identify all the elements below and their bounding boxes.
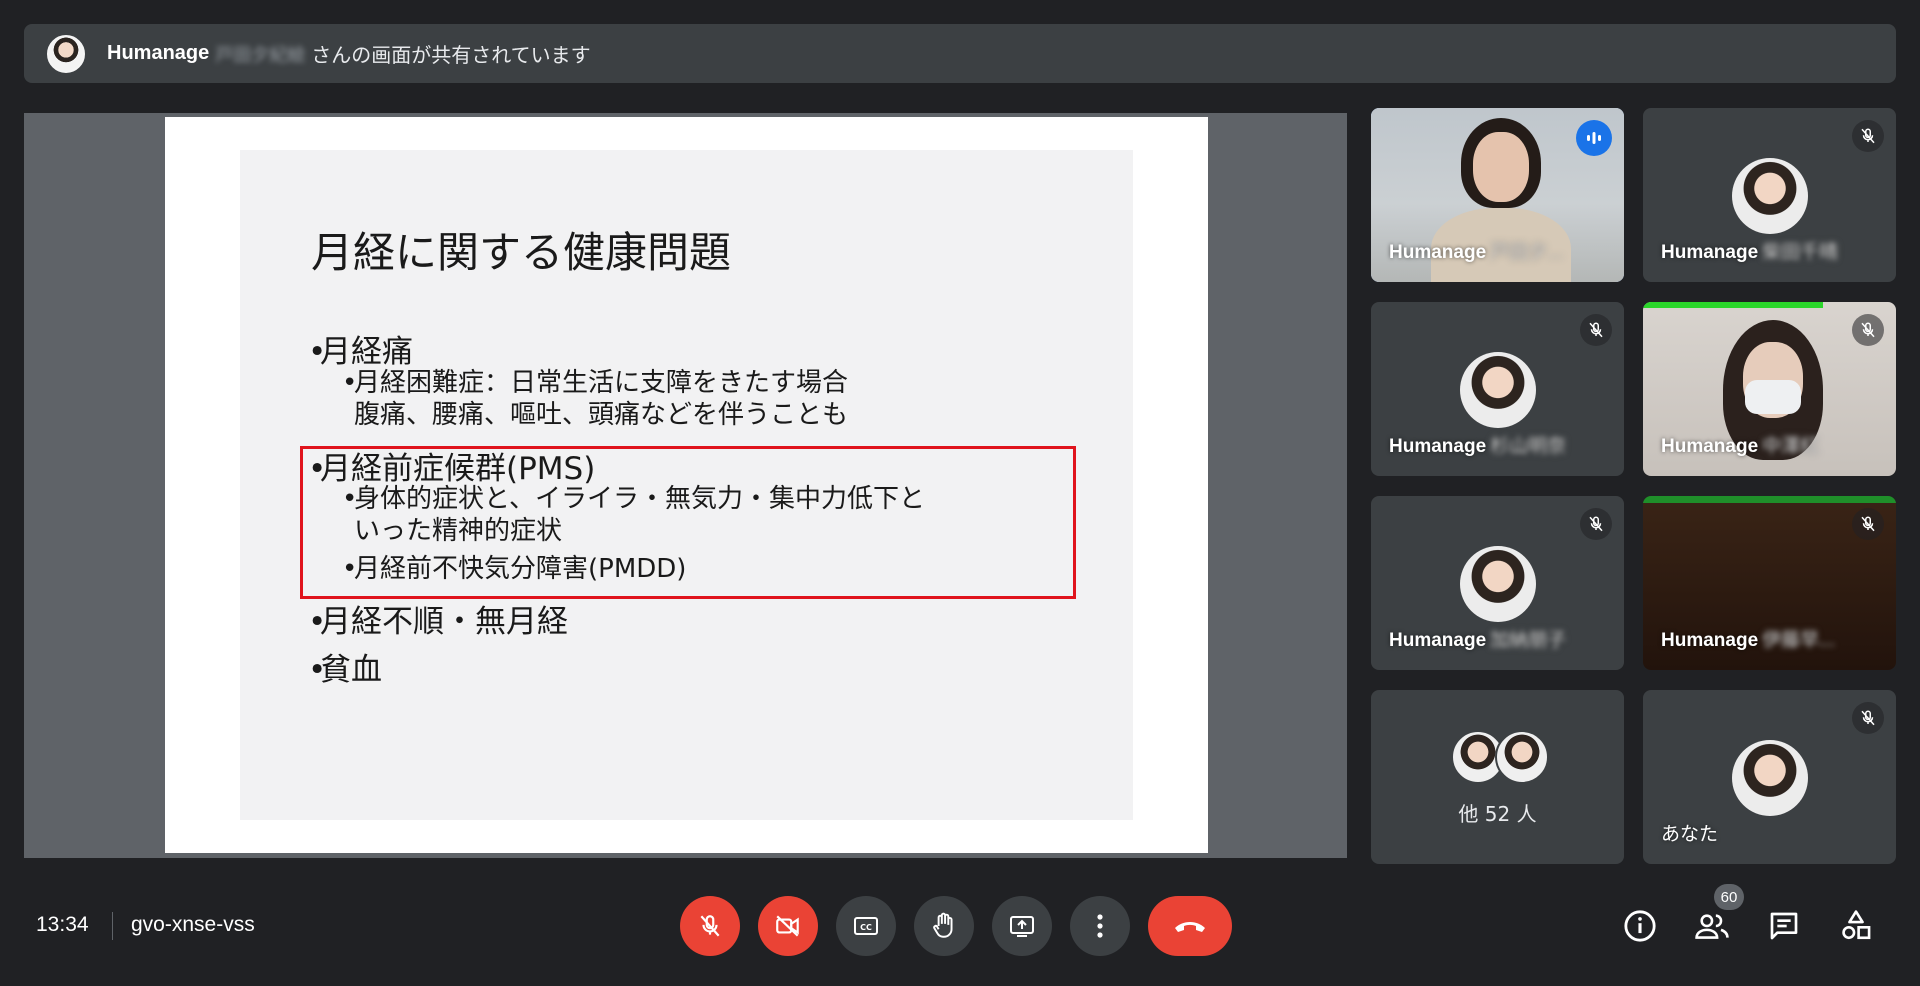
mic-off-icon (1852, 508, 1884, 540)
leave-call-button[interactable] (1148, 896, 1232, 956)
meeting-code: gvo-xnse-vss (131, 913, 255, 936)
slide-bullet: •貧血 (308, 652, 382, 688)
present-screen-icon (1010, 916, 1034, 937)
participant-tile[interactable]: Humanage 伊藤早... (1643, 496, 1896, 670)
mic-off-icon (1852, 120, 1884, 152)
people-button[interactable] (1690, 904, 1734, 948)
slide-bullet: •月経不順・無月経 (308, 604, 568, 640)
presenter-avatar (47, 34, 85, 73)
avatar (1459, 352, 1536, 428)
mic-off-icon (1852, 314, 1884, 346)
slide-bullet: •月経前症候群(PMS) (308, 451, 596, 487)
audio-level-bar (1643, 496, 1896, 503)
camera-toggle-button[interactable] (758, 896, 818, 956)
presentation-slide: 月経に関する健康問題 •月経痛 •月経困難症：日常生活に支障をきたす場合 腹痛、… (165, 117, 1208, 853)
others-tile[interactable]: 他 52 人 (1371, 690, 1624, 864)
people-icon (1695, 914, 1729, 939)
participant-tile[interactable]: Humanage 中澤紅 (1643, 302, 1896, 476)
activities-button[interactable] (1834, 904, 1878, 948)
chat-button[interactable] (1762, 904, 1806, 948)
divider (112, 912, 113, 940)
activities-icon (1842, 910, 1871, 940)
clock: 13:34 (36, 913, 89, 936)
mic-off-icon (1580, 508, 1612, 540)
avatar (1731, 158, 1808, 234)
slide-sub-bullet: •身体的症状と、イライラ・無気力・集中力低下と (342, 484, 925, 514)
mic-toggle-button[interactable] (680, 896, 740, 956)
avatar (1495, 730, 1549, 784)
call-end-icon (1175, 922, 1205, 932)
slide-sub-bullet-cont: 腹痛、腰痛、嘔吐、頭痛などを伴うことも (354, 400, 849, 430)
mic-off-icon (700, 915, 720, 937)
others-avatars (1451, 730, 1551, 784)
others-count-label: 他 52 人 (1458, 802, 1537, 826)
presenter-name: Humanage (107, 42, 210, 64)
closed-caption-icon: CC (854, 917, 878, 935)
slide-title: 月経に関する健康問題 (311, 228, 732, 277)
participant-name: Humanage 中澤紅 (1661, 436, 1820, 457)
participant-tile[interactable]: Humanage 加納朋子 (1371, 496, 1624, 670)
avatar (1731, 740, 1808, 816)
mic-off-icon (1580, 314, 1612, 346)
mic-off-icon (1852, 702, 1884, 734)
presenter-name-blurred: 戸田夕紀絵 (215, 44, 306, 66)
slide-sub-bullet: •月経困難症：日常生活に支障をきたす場合 (342, 368, 849, 398)
more-vert-icon (1097, 914, 1103, 938)
slide-bullet: •月経痛 (308, 334, 413, 370)
self-tile[interactable]: あなた (1643, 690, 1896, 864)
participant-tile[interactable]: Humanage 柴田千晴 (1643, 108, 1896, 282)
people-count-badge: 60 (1714, 884, 1744, 910)
participant-name: あなた (1661, 823, 1719, 845)
avatar (1459, 546, 1536, 622)
participant-mask (1745, 380, 1801, 414)
present-button[interactable] (992, 896, 1052, 956)
info-icon (1624, 910, 1656, 942)
participant-name: Humanage 杉山明奈 (1389, 436, 1567, 457)
shared-screen: 月経に関する健康問題 •月経痛 •月経困難症：日常生活に支障をきたす場合 腹痛、… (24, 113, 1347, 858)
raise-hand-button[interactable] (914, 896, 974, 956)
participant-tile[interactable]: Humanage 杉山明奈 (1371, 302, 1624, 476)
raise-hand-icon (933, 912, 953, 938)
participant-name: Humanage 伊藤早... (1661, 630, 1835, 651)
share-message: さんの画面が共有されています (311, 43, 591, 67)
meeting-details-button[interactable] (1618, 904, 1662, 948)
participant-face (1473, 132, 1529, 202)
videocam-off-icon (776, 915, 799, 937)
screen-share-banner: Humanage 戸田夕紀絵 さんの画面が共有されています (24, 24, 1896, 83)
slide-content: 月経に関する健康問題 •月経痛 •月経困難症：日常生活に支障をきたす場合 腹痛、… (240, 150, 1133, 820)
slide-sub-bullet-cont: いった精神的症状 (354, 516, 563, 546)
more-options-button[interactable] (1070, 896, 1130, 956)
participant-tile[interactable]: Humanage 戸田夕... (1371, 108, 1624, 282)
participant-name: Humanage 柴田千晴 (1661, 242, 1839, 263)
svg-text:CC: CC (860, 923, 872, 932)
speaking-indicator-icon (1576, 120, 1612, 156)
chat-icon (1770, 912, 1798, 940)
captions-button[interactable]: CC (836, 896, 896, 956)
audio-level-bar (1643, 302, 1823, 308)
slide-sub-bullet: •月経前不快気分障害(PMDD) (342, 554, 687, 584)
participant-name: Humanage 加納朋子 (1389, 630, 1567, 651)
participant-name: Humanage 戸田夕... (1389, 242, 1563, 263)
